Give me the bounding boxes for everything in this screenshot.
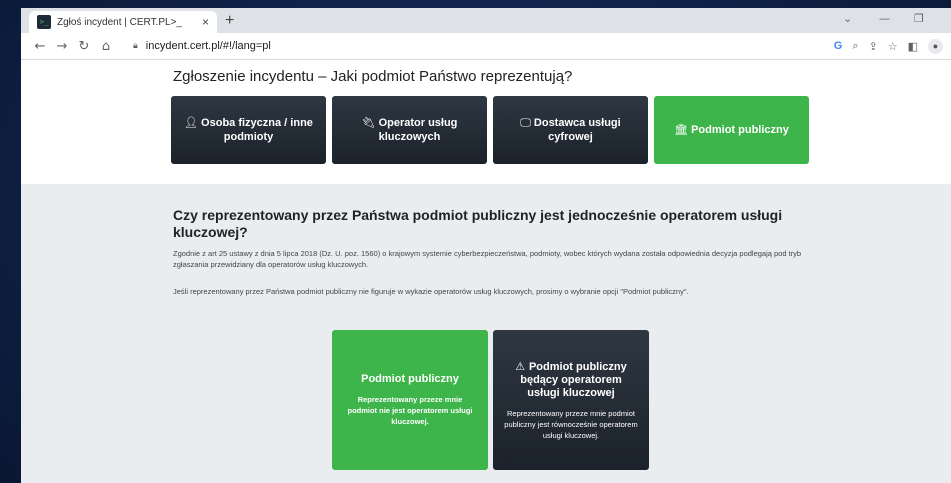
new-tab-button[interactable]: + xyxy=(225,11,234,31)
page-title: Zgłoszenie incydentu – Jaki podmiot Pańs… xyxy=(173,68,573,85)
bookmark-star-icon[interactable]: ☆ xyxy=(888,40,898,53)
zoom-icon[interactable]: ⌕ xyxy=(852,39,858,53)
legal-paragraph: Zgodnie z art 25 ustawy z dnia 5 lipca 2… xyxy=(173,249,802,269)
forward-icon[interactable]: → xyxy=(51,39,73,54)
reload-icon[interactable]: ↻ xyxy=(73,39,95,54)
public-entity-option-card[interactable]: Podmiot publiczny Reprezentowany przeze … xyxy=(332,330,488,470)
choice-label: Dostawca usługi cyfrowej xyxy=(533,117,621,143)
choice-label: Podmiot publiczny xyxy=(691,124,789,136)
chevron-down-icon[interactable]: ⌄ xyxy=(843,12,852,25)
side-panel-icon[interactable]: ◧ xyxy=(908,40,918,53)
question-title: Czy reprezentowany przez Państwa podmiot… xyxy=(173,207,783,240)
browser-tab[interactable]: >_ Zgłoś incydent | CERT.PL>_ × xyxy=(29,11,217,33)
choice-natural-person[interactable]: 👤︎ Osoba fizyczna / inne podmioty xyxy=(171,96,326,164)
card-title-wrapper: ⚠ Podmiot publiczny będący operatorem us… xyxy=(503,360,639,400)
plug-icon: 🔌︎ xyxy=(361,116,376,129)
choice-public-entity[interactable]: 🏛︎ Podmiot publiczny xyxy=(654,96,809,164)
instruction-paragraph: Jeśli reprezentowany przez Państwa podmi… xyxy=(173,287,689,296)
choice-digital-service-provider[interactable]: 🖵 Dostawca usługi cyfrowej xyxy=(493,96,648,164)
minimize-icon[interactable]: — xyxy=(879,12,890,25)
card-title: Podmiot publiczny będący operatorem usłu… xyxy=(520,360,627,399)
bank-icon: 🏛︎ xyxy=(674,123,689,136)
address-toolbar: ← → ↻ ⌂ 🔒︎ incydent.cert.pl/#!/lang=pl G… xyxy=(21,33,951,60)
restore-icon[interactable]: ❐ xyxy=(914,12,924,25)
card-description: Reprezentowany przeze mnie podmiot nie j… xyxy=(347,395,473,426)
choice-label: Operator usług kluczowych xyxy=(378,117,458,143)
browser-window: >_ Zgłoś incydent | CERT.PL>_ × + ⌄ — ❐ … xyxy=(21,8,951,483)
google-icon[interactable]: G xyxy=(834,40,843,52)
url-text: incydent.cert.pl/#!/lang=pl xyxy=(145,40,271,52)
lock-icon: 🔒︎ xyxy=(133,41,138,51)
card-title: Podmiot publiczny xyxy=(361,373,459,385)
close-tab-icon[interactable]: × xyxy=(202,16,209,28)
card-description: Reprezentowany przeze mnie podmiot publi… xyxy=(504,408,638,440)
desktop-icon: 🖵 xyxy=(520,116,531,129)
address-bar[interactable]: 🔒︎ incydent.cert.pl/#!/lang=pl xyxy=(127,35,826,57)
entity-selection-section: Zgłoszenie incydentu – Jaki podmiot Pańs… xyxy=(21,60,951,184)
person-icon: 👤︎ xyxy=(184,116,199,129)
choice-key-service-operator[interactable]: 🔌︎ Operator usług kluczowych xyxy=(332,96,487,164)
question-section: Czy reprezentowany przez Państwa podmiot… xyxy=(21,184,951,483)
cert-favicon-icon: >_ xyxy=(37,15,51,29)
public-entity-operator-option-card[interactable]: ⚠ Podmiot publiczny będący operatorem us… xyxy=(493,330,649,470)
back-icon[interactable]: ← xyxy=(29,39,51,54)
choice-label: Osoba fizyczna / inne podmioty xyxy=(201,117,313,143)
tab-strip: >_ Zgłoś incydent | CERT.PL>_ × + ⌄ — ❐ xyxy=(21,8,951,33)
tab-title: Zgłoś incydent | CERT.PL>_ xyxy=(57,16,182,28)
profile-avatar-icon[interactable]: ● xyxy=(928,38,943,54)
home-icon[interactable]: ⌂ xyxy=(95,39,117,54)
warning-icon: ⚠ xyxy=(515,359,529,373)
share-icon[interactable]: ⇪ xyxy=(869,40,878,53)
page-content: Zgłoszenie incydentu – Jaki podmiot Pańs… xyxy=(21,60,951,483)
